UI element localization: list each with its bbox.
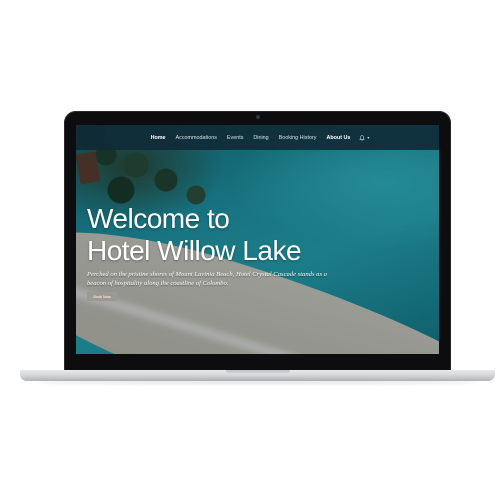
book-now-button[interactable]: Book Now (87, 292, 117, 301)
hero-title: Welcome to Hotel Willow Lake (87, 203, 427, 267)
top-navbar: Home Accommodations Events Dining Bookin… (76, 125, 439, 150)
camera-dot (255, 115, 260, 119)
bell-icon (359, 134, 366, 141)
chevron-down-icon: ▾ (367, 135, 370, 140)
laptop-base-notch (226, 370, 290, 374)
browser-screen: Home Accommodations Events Dining Bookin… (76, 125, 439, 354)
hero-description: Perched on the pristine shores of Mount … (87, 271, 327, 287)
hero-title-line-2: Hotel Willow Lake (87, 235, 302, 266)
nav-item-events[interactable]: Events (222, 135, 248, 141)
nav-item-dining[interactable]: Dining (248, 135, 273, 141)
nav-item-about-us[interactable]: About Us (321, 135, 355, 141)
nav-item-booking-history[interactable]: Booking History (274, 135, 322, 141)
notifications-dropdown[interactable]: ▾ (359, 134, 370, 141)
nav-item-accommodations[interactable]: Accommodations (171, 135, 222, 141)
laptop-shadow (34, 381, 481, 384)
nav-item-home[interactable]: Home (146, 135, 171, 141)
hero-title-line-1: Welcome to (87, 203, 230, 234)
